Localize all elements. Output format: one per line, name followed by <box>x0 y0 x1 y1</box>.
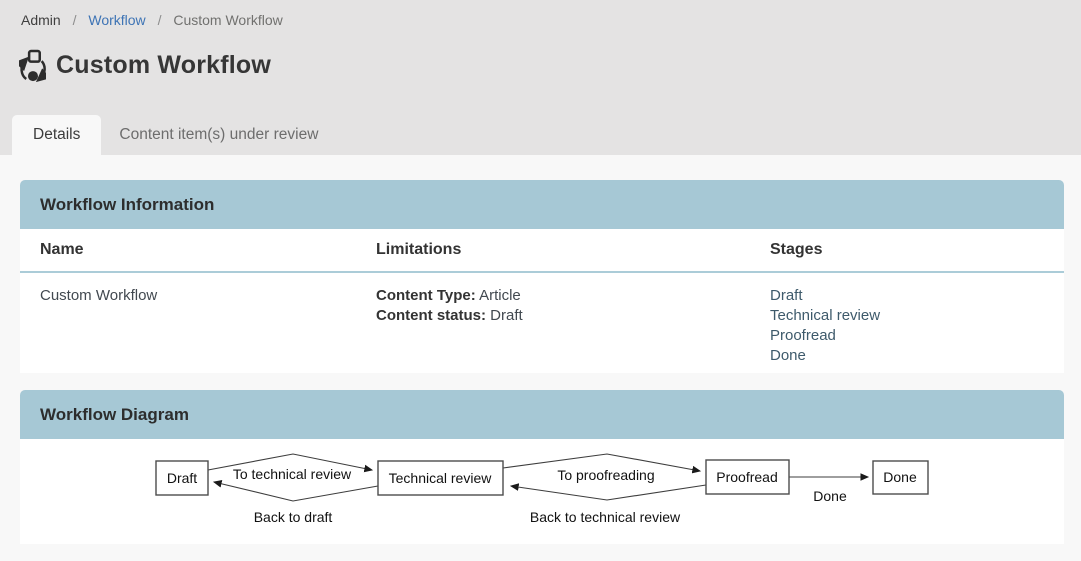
workflow-diagram-title: Workflow Diagram <box>20 390 1064 439</box>
column-header-stages: Stages <box>770 241 1064 259</box>
limitations-cell: Content Type: Article Content status: Dr… <box>376 286 770 326</box>
page-header: Admin / Workflow / Custom Workflow Custo… <box>0 0 1081 155</box>
edge-back-to-technical-review <box>511 485 706 500</box>
table-row: Custom Workflow Content Type: Article Co… <box>20 273 1064 373</box>
svg-text:Technical review: Technical review <box>389 470 493 486</box>
limitation-content-type: Content Type: Article <box>376 286 770 306</box>
page-title: Custom Workflow <box>56 51 271 80</box>
edge-label-done: Done <box>813 488 847 504</box>
tab-content-items-under-review[interactable]: Content item(s) under review <box>101 115 336 155</box>
limitation-label: Content Type: <box>376 287 476 304</box>
limitation-value: Draft <box>490 307 523 324</box>
tab-details[interactable]: Details <box>12 115 101 155</box>
limitation-content-status: Content status: Draft <box>376 306 770 326</box>
workflow-information-table: Name Limitations Stages Custom Workflow … <box>20 229 1064 373</box>
breadcrumb-separator: / <box>158 12 162 28</box>
limitation-value: Article <box>479 287 521 304</box>
limitation-label: Content status: <box>376 307 486 324</box>
workflow-name-cell: Custom Workflow <box>40 286 376 306</box>
breadcrumb-item-current: Custom Workflow <box>173 12 282 28</box>
breadcrumb-separator: / <box>73 12 77 28</box>
edge-back-to-draft <box>214 482 378 501</box>
edge-label-to-technical-review: To technical review <box>233 466 352 482</box>
table-header-row: Name Limitations Stages <box>20 229 1064 273</box>
workflow-information-panel: Workflow Information Name Limitations St… <box>20 180 1064 373</box>
svg-text:Proofread: Proofread <box>716 469 777 485</box>
workflow-information-title: Workflow Information <box>20 180 1064 229</box>
edge-label-back-to-technical-review: Back to technical review <box>530 509 681 525</box>
breadcrumb-item-admin: Admin <box>21 12 61 28</box>
stages-cell: Draft Technical review Proofread Done <box>770 286 1064 366</box>
svg-text:Done: Done <box>883 469 917 485</box>
workflow-diagram-canvas: Draft Technical review Proofread Done To… <box>20 439 1064 544</box>
column-header-limitations: Limitations <box>376 241 770 259</box>
diagram-node-draft: Draft <box>156 461 208 495</box>
edge-label-to-proofreading: To proofreading <box>557 467 654 483</box>
workflow-diagram-panel: Workflow Diagram Draft <box>20 390 1064 544</box>
stage-item: Draft <box>770 286 1064 306</box>
title-row: Custom Workflow <box>19 49 1081 82</box>
diagram-node-technical-review: Technical review <box>378 461 503 495</box>
tab-bar: Details Content item(s) under review <box>12 115 336 155</box>
diagram-node-proofread: Proofread <box>706 460 789 494</box>
main-content: Workflow Information Name Limitations St… <box>0 155 1081 544</box>
column-header-name: Name <box>40 241 376 259</box>
workflow-diagram-svg: Draft Technical review Proofread Done To… <box>20 439 1064 544</box>
breadcrumb-item-workflow[interactable]: Workflow <box>88 12 145 28</box>
workflow-icon <box>19 49 46 82</box>
edge-label-back-to-draft: Back to draft <box>254 509 333 525</box>
stage-item: Done <box>770 346 1064 366</box>
stage-item: Technical review <box>770 306 1064 326</box>
svg-text:Draft: Draft <box>167 470 197 486</box>
diagram-node-done: Done <box>873 461 928 494</box>
stage-item: Proofread <box>770 326 1064 346</box>
breadcrumb: Admin / Workflow / Custom Workflow <box>0 0 1081 28</box>
